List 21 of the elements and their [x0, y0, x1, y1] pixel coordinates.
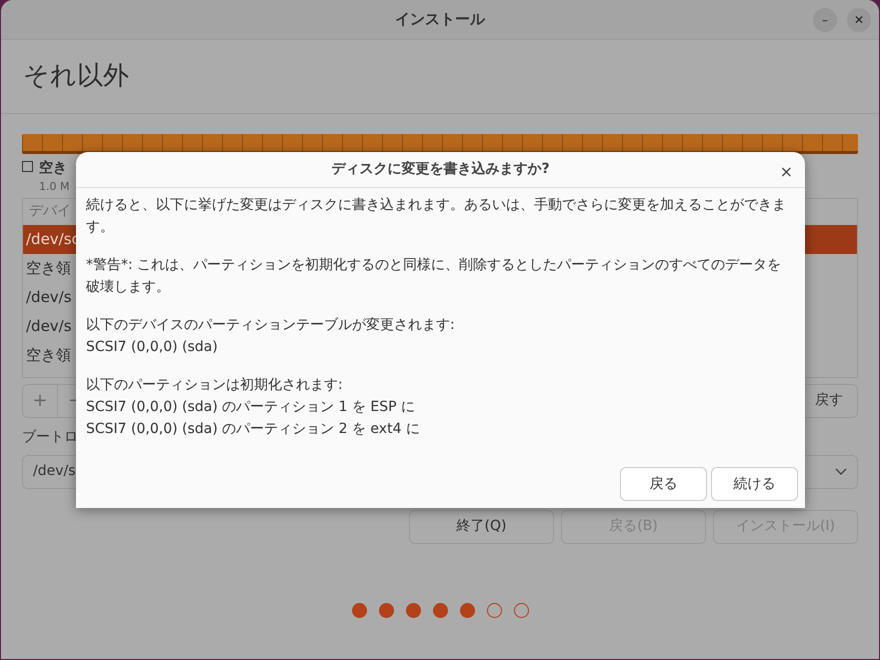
dialog-title: ディスクに変更を書き込みますか? [331, 160, 550, 179]
continue-button[interactable]: 続ける [711, 467, 798, 501]
page-heading: それ以外 [23, 60, 129, 93]
dialog-text: SCSI7 (0,0,0) (sda) のパーティション 1 を ESP に [86, 398, 416, 417]
window-title: インストール [395, 9, 485, 30]
dialog-text: *警告*: これは、パーティションを初期化するのと同様に、削除するとしたパーティションのすべてのデータを破壊します。 [86, 256, 782, 297]
close-button[interactable]: × [780, 160, 793, 184]
minimize-button[interactable]: – [813, 8, 837, 32]
legend-label: 空き [39, 158, 68, 178]
dialog-text: SCSI7 (0,0,0) (sda) のパーティション 2 を ext4 に [86, 420, 421, 439]
dialog-text: 続けると、以下に挙げた変更はディスクに書き込まれます。あるいは、手動でさらに変更を加えることができます。 [86, 196, 787, 237]
back-button[interactable]: 戻る [620, 467, 707, 501]
dialog-text: 以下のパーティションは初期化されます: [86, 376, 344, 395]
legend-size: 1.0 M [39, 179, 70, 195]
bootloader-label: ブートロ [22, 428, 78, 446]
nav-button[interactable]: 終了(Q) [409, 510, 554, 544]
chevron-down-icon [835, 468, 847, 476]
column-header: デバイ [29, 202, 71, 221]
dialog-text: SCSI7 (0,0,0) (sda) [86, 338, 219, 357]
dialog-text: 以下のデバイスのパーティションテーブルが変更されます: [86, 316, 456, 335]
close-button[interactable]: ✕ [847, 8, 871, 32]
